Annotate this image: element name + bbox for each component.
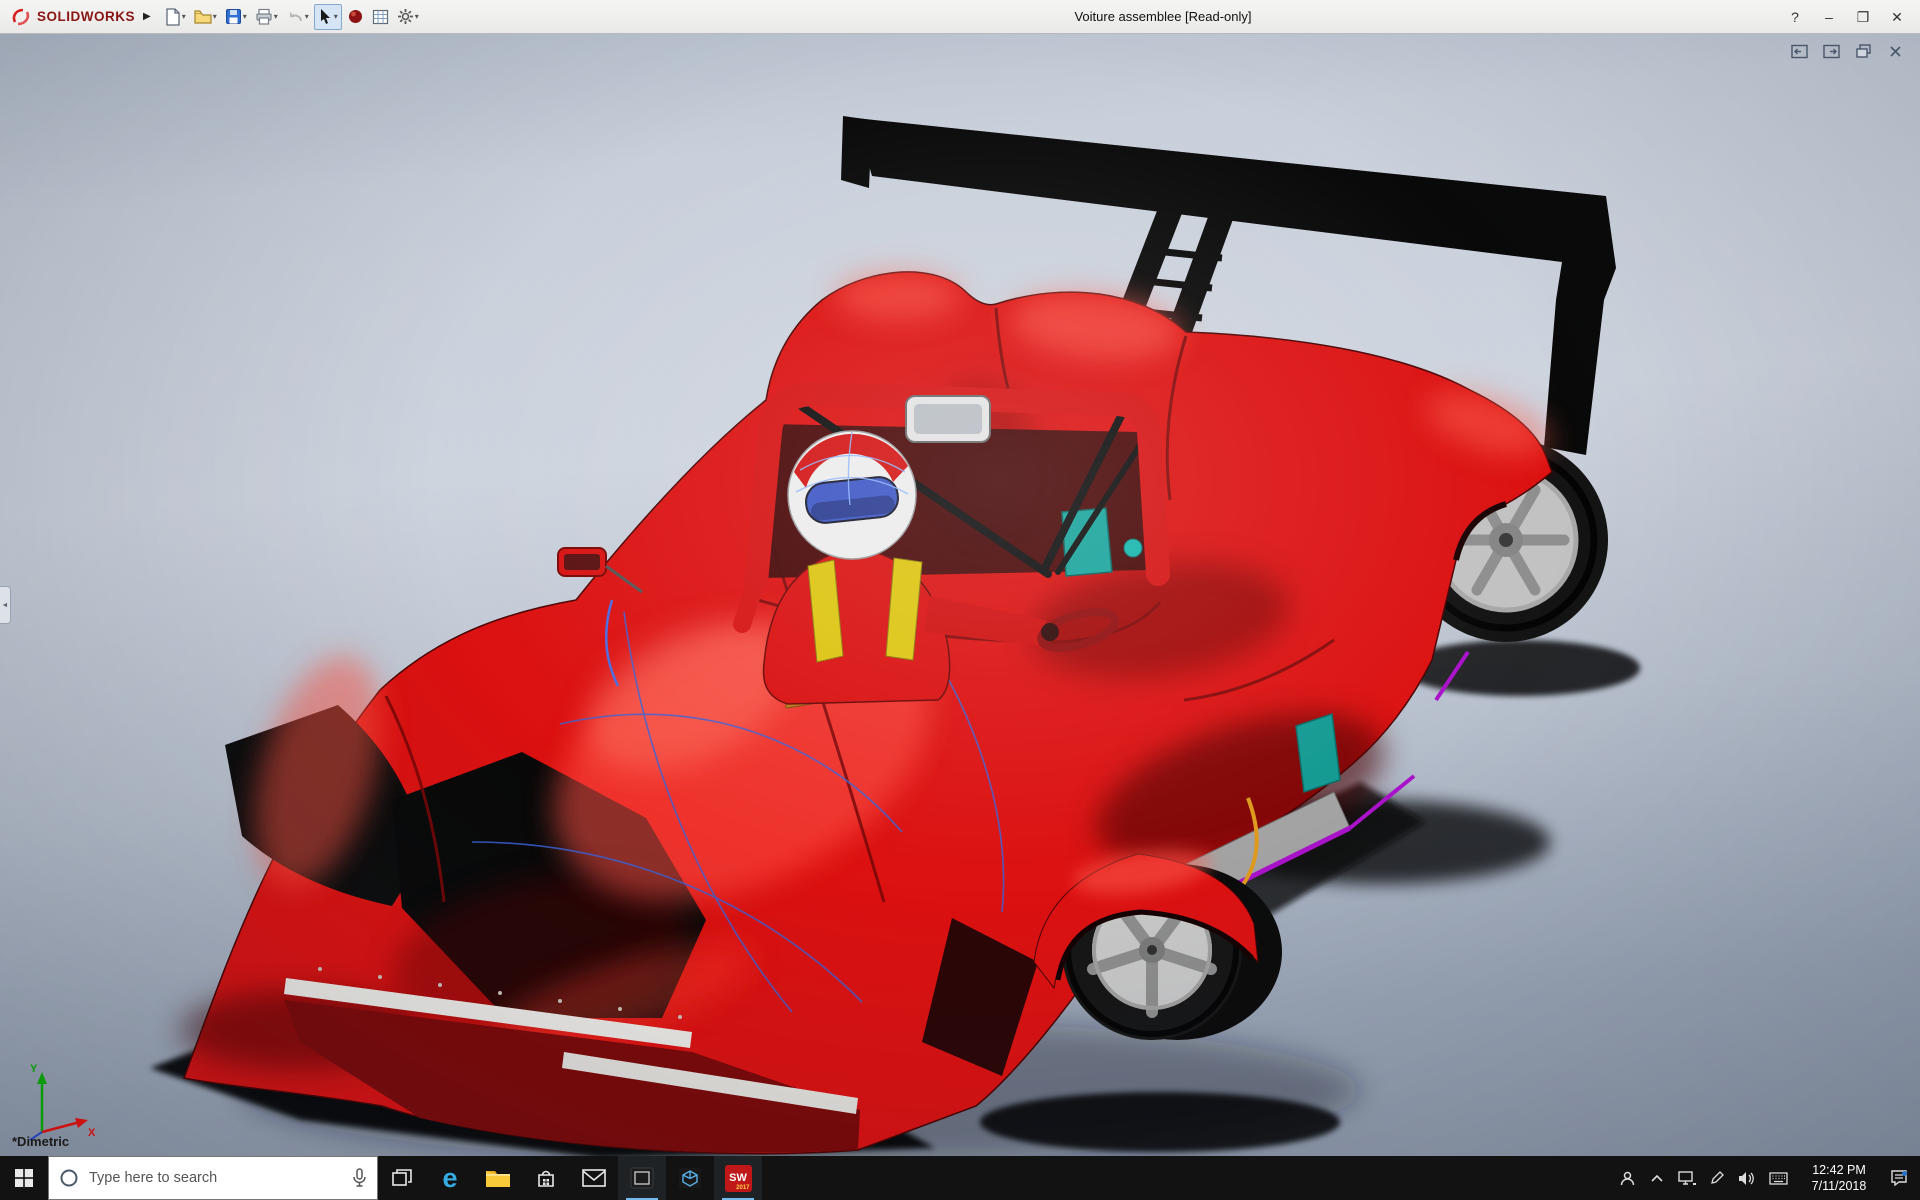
close-window-icon[interactable] xyxy=(1886,42,1904,60)
network-icon[interactable] xyxy=(1671,1156,1703,1200)
minimize-button[interactable]: – xyxy=(1812,9,1846,25)
select-tool-button[interactable]: ▾ xyxy=(314,4,342,30)
collapsed-panel-tab[interactable]: ◄ xyxy=(0,586,11,624)
touch-keyboard-icon[interactable] xyxy=(1762,1156,1795,1200)
dock-pane-right-icon[interactable] xyxy=(1822,42,1840,60)
screenshot-app-button[interactable] xyxy=(618,1156,666,1200)
microphone-icon[interactable] xyxy=(352,1168,367,1188)
restore-window-icon[interactable] xyxy=(1854,42,1872,60)
maximize-button[interactable]: ❐ xyxy=(1846,9,1880,26)
file-explorer-button[interactable] xyxy=(474,1156,522,1200)
cortana-icon xyxy=(59,1168,79,1188)
close-button[interactable]: ✕ xyxy=(1880,9,1914,26)
race-car-model[interactable] xyxy=(180,116,1616,1154)
store-bag-icon xyxy=(535,1167,557,1189)
store-app-button[interactable] xyxy=(522,1156,570,1200)
clock-time: 12:42 PM xyxy=(1799,1162,1879,1178)
help-button[interactable]: ? xyxy=(1778,9,1812,25)
edge-icon: e xyxy=(442,1165,457,1192)
search-input[interactable] xyxy=(89,1170,342,1186)
quick-access-toolbar: ▾ ▾ ▾ ▾ ▾ ▾ ▾ xyxy=(161,4,422,30)
system-tray: 12:42 PM 7/11/2018 xyxy=(1612,1156,1920,1200)
mail-app-button[interactable] xyxy=(570,1156,618,1200)
solidworks-app-icon: SW 2017 xyxy=(725,1165,752,1192)
driver-helmet xyxy=(788,431,916,559)
orientation-triad: Y X xyxy=(18,1058,102,1142)
window-controls: ? – ❐ ✕ xyxy=(1778,0,1914,34)
people-icon[interactable] xyxy=(1612,1156,1643,1200)
volume-icon[interactable] xyxy=(1731,1156,1762,1200)
options-button[interactable]: ▾ xyxy=(394,4,422,30)
view-orientation-label: *Dimetric xyxy=(12,1134,69,1149)
3d-viewport-canvas[interactable] xyxy=(0,0,1920,1200)
dark-app-icon xyxy=(630,1167,654,1189)
taskbar: e SW 2017 xyxy=(0,1156,1920,1200)
undo-button[interactable]: ▾ xyxy=(283,4,312,30)
brand-name: SOLIDWORKS xyxy=(37,9,135,24)
pen-icon[interactable] xyxy=(1703,1156,1731,1200)
show-hidden-icons-chevron[interactable] xyxy=(1643,1156,1671,1200)
action-center-icon[interactable] xyxy=(1883,1156,1920,1200)
window-title: Voiture assemblee [Read-only] xyxy=(1074,0,1251,34)
print-button[interactable]: ▾ xyxy=(252,4,281,30)
windows-logo-icon xyxy=(15,1169,33,1187)
3d-viewer-app-button[interactable] xyxy=(666,1156,714,1200)
cube-icon xyxy=(678,1167,702,1189)
design-table-button[interactable] xyxy=(369,4,392,30)
start-button[interactable] xyxy=(0,1156,48,1200)
edge-app-button[interactable]: e xyxy=(426,1156,474,1200)
titlebar: SOLIDWORKS ▶ ▾ ▾ ▾ ▾ ▾ ▾ xyxy=(0,0,1920,34)
save-button[interactable]: ▾ xyxy=(222,4,250,30)
open-button[interactable]: ▾ xyxy=(191,4,220,30)
dock-pane-left-icon[interactable] xyxy=(1790,42,1808,60)
desktop: Y X *Dimetric ◄ SOLIDWORKS ▶ ▾ ▾ ▾ xyxy=(0,0,1920,1200)
appearance-button[interactable] xyxy=(344,4,367,30)
rearview-mirror xyxy=(906,396,990,442)
viewport[interactable]: Y X *Dimetric ◄ xyxy=(0,0,1920,1200)
toolbar-expand-arrow[interactable]: ▶ xyxy=(141,11,161,22)
new-document-button[interactable]: ▾ xyxy=(161,4,189,30)
triad-x-label: X xyxy=(88,1127,96,1139)
mail-envelope-icon xyxy=(582,1169,606,1187)
teal-vent xyxy=(1296,714,1340,792)
folder-icon xyxy=(485,1167,511,1189)
clock-date: 7/11/2018 xyxy=(1799,1178,1879,1194)
taskbar-search[interactable] xyxy=(48,1156,378,1200)
viewport-window-controls xyxy=(1790,42,1904,60)
triad-y-label: Y xyxy=(30,1063,38,1075)
taskbar-clock[interactable]: 12:42 PM 7/11/2018 xyxy=(1795,1162,1883,1195)
solidworks-logo-icon xyxy=(10,7,32,27)
solidworks-logo: SOLIDWORKS xyxy=(0,7,141,27)
task-view-button[interactable] xyxy=(378,1156,426,1200)
solidworks-app-button[interactable]: SW 2017 xyxy=(714,1156,762,1200)
